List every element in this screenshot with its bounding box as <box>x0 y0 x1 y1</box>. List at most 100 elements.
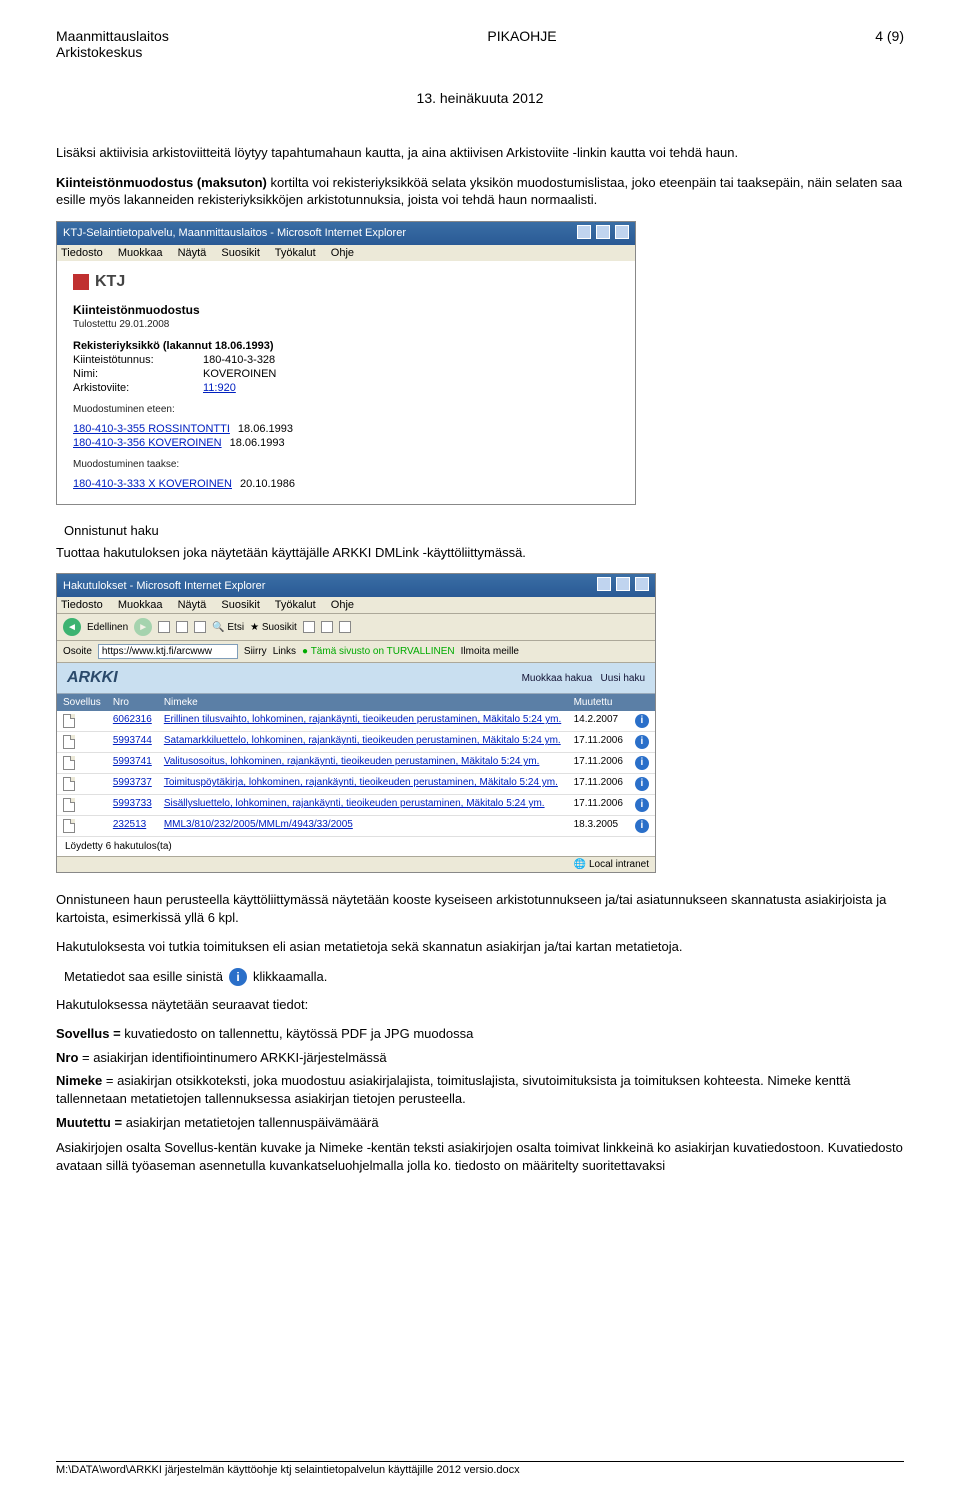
intro-para-1: Lisäksi aktiivisia arkistoviitteitä löyt… <box>56 144 904 162</box>
nimeke-link[interactable]: Valitusosoitus, lohkominen, rajankäynti,… <box>158 753 568 774</box>
nimeke-link[interactable]: Sisällysluettelo, lohkominen, rajankäynt… <box>158 795 568 816</box>
file-icon[interactable] <box>63 777 75 791</box>
file-icon[interactable] <box>63 735 75 749</box>
date-cell: 18.3.2005 <box>568 816 629 837</box>
menu-item[interactable]: Muokkaa <box>118 599 163 611</box>
eteen-link[interactable]: 180-410-3-355 ROSSINTONTTI <box>73 423 230 435</box>
security-msg: ● Tämä sivusto on TURVALLINEN <box>302 646 455 657</box>
nro-link[interactable]: 232513 <box>107 816 158 837</box>
menu-item[interactable]: Suosikit <box>221 247 260 259</box>
back-label[interactable]: Edellinen <box>87 622 128 633</box>
eteen-link[interactable]: 180-410-3-356 KOVEROINEN <box>73 437 222 449</box>
go-button[interactable]: Siirry <box>244 646 267 657</box>
minimize-icon[interactable] <box>597 577 611 591</box>
info-icon[interactable]: i <box>635 756 649 770</box>
search-label[interactable]: 🔍 Etsi <box>212 622 244 633</box>
meta-left: Metatiedot saa esille sinistä <box>64 969 223 984</box>
taakse-link[interactable]: 180-410-3-333 X KOVEROINEN <box>73 478 232 490</box>
col-muutettu[interactable]: Muutettu <box>568 694 629 711</box>
info-icon[interactable]: i <box>635 714 649 728</box>
menu-item[interactable]: Tiedosto <box>61 247 103 259</box>
minimize-icon[interactable] <box>577 225 591 239</box>
menu-item[interactable]: Työkalut <box>275 247 316 259</box>
menu-item[interactable]: Näytä <box>178 247 207 259</box>
print-icon[interactable] <box>339 621 351 633</box>
info-icon[interactable]: i <box>635 735 649 749</box>
mail-icon[interactable] <box>321 621 333 633</box>
addr-input[interactable] <box>98 644 238 659</box>
file-icon[interactable] <box>63 714 75 728</box>
nro-link[interactable]: 5993744 <box>107 732 158 753</box>
ktj-titlebar: KTJ-Selaintietopalvelu, Maanmittauslaito… <box>57 222 635 245</box>
arkki-window-title: Hakutulokset - Microsoft Internet Explor… <box>63 580 265 592</box>
col-nro[interactable]: Nro <box>107 694 158 711</box>
ktj-logo-text: KTJ <box>95 273 125 291</box>
back-icon[interactable]: ◄ <box>63 618 81 636</box>
close-icon[interactable] <box>635 577 649 591</box>
nimeke-link[interactable]: Erillinen tilusvaihto, lohkominen, rajan… <box>158 711 568 732</box>
file-icon[interactable] <box>63 819 75 833</box>
def-sovellus: Sovellus = kuvatiedosto on tallennettu, … <box>56 1025 904 1043</box>
eteen-item: 180-410-3-356 KOVEROINEN 18.06.1993 <box>73 437 619 449</box>
col-sovellus[interactable]: Sovellus <box>57 694 107 711</box>
menu-item[interactable]: Näytä <box>178 599 207 611</box>
ktj-menubar: Tiedosto Muokkaa Näytä Suosikit Työkalut… <box>57 245 635 261</box>
favorites-label[interactable]: ★ Suosikit <box>250 622 297 633</box>
stop-icon[interactable] <box>158 621 170 633</box>
table-row: 5993733Sisällysluettelo, lohkominen, raj… <box>57 795 655 816</box>
info-icon[interactable]: i <box>635 777 649 791</box>
window-buttons <box>575 225 629 242</box>
new-search-link[interactable]: Uusi haku <box>601 673 645 684</box>
links-label[interactable]: Links <box>273 646 296 657</box>
ktj-heading: Kiinteistönmuodostus <box>73 303 619 317</box>
page-number: 4 (9) <box>875 28 904 60</box>
report-link[interactable]: Ilmoita meille <box>461 646 519 657</box>
dept-name: Arkistokeskus <box>56 44 169 60</box>
intro-para-2: Kiinteistönmuodostus (maksuton) kortilta… <box>56 174 904 209</box>
window-buttons <box>595 577 649 594</box>
nimeke-link[interactable]: Satamarkkiluettelo, lohkominen, rajankäy… <box>158 732 568 753</box>
onnistunut-title: Onnistunut haku <box>64 523 904 538</box>
date-cell: 17.11.2006 <box>568 732 629 753</box>
menu-item[interactable]: Suosikit <box>221 599 260 611</box>
refresh-icon[interactable] <box>176 621 188 633</box>
status-bar: 🌐 Local intranet <box>57 856 655 872</box>
info-icon[interactable]: i <box>635 798 649 812</box>
taakse-item: 180-410-3-333 X KOVEROINEN 20.10.1986 <box>73 478 619 490</box>
maximize-icon[interactable] <box>596 225 610 239</box>
table-row: 5993737Toimituspöytäkirja, lohkominen, r… <box>57 774 655 795</box>
info-icon[interactable]: i <box>635 819 649 833</box>
nro-link[interactable]: 5993741 <box>107 753 158 774</box>
menu-item[interactable]: Työkalut <box>275 599 316 611</box>
file-icon[interactable] <box>63 798 75 812</box>
nro-link[interactable]: 5993733 <box>107 795 158 816</box>
history-icon[interactable] <box>303 621 315 633</box>
menu-item[interactable]: Tiedosto <box>61 599 103 611</box>
arkki-menubar: Tiedosto Muokkaa Näytä Suosikit Työkalut… <box>57 597 655 613</box>
av-value-link[interactable]: 11:920 <box>203 382 236 394</box>
modify-search-link[interactable]: Muokkaa hakua <box>522 673 593 684</box>
file-icon[interactable] <box>63 756 75 770</box>
kv-row: Kiinteistötunnus: 180-410-3-328 <box>73 354 619 366</box>
home-icon[interactable] <box>194 621 206 633</box>
close-icon[interactable] <box>615 225 629 239</box>
menu-item[interactable]: Ohje <box>331 599 354 611</box>
col-nimeke[interactable]: Nimeke <box>158 694 568 711</box>
menu-item[interactable]: Ohje <box>331 247 354 259</box>
nimeke-link[interactable]: MML3/810/232/2005/MMLm/4943/33/2005 <box>158 816 568 837</box>
maximize-icon[interactable] <box>616 577 630 591</box>
arkki-header: ARKKI Muokkaa hakua Uusi haku <box>57 663 655 694</box>
def-muutettu: Muutettu = asiakirjan metatietojen talle… <box>56 1114 904 1132</box>
page-header: Maanmittauslaitos Arkistokeskus PIKAOHJE… <box>56 28 904 60</box>
info-icon[interactable]: i <box>229 968 247 986</box>
nimeke-link[interactable]: Toimituspöytäkirja, lohkominen, rajankäy… <box>158 774 568 795</box>
org-name: Maanmittauslaitos <box>56 28 169 44</box>
nro-link[interactable]: 6062316 <box>107 711 158 732</box>
nro-link[interactable]: 5993737 <box>107 774 158 795</box>
ktj-section-head: Rekisteriyksikkö (lakannut 18.06.1993) <box>73 340 619 352</box>
table-row: 5993741Valitusosoitus, lohkominen, rajan… <box>57 753 655 774</box>
menu-item[interactable]: Muokkaa <box>118 247 163 259</box>
eteen-date: 18.06.1993 <box>238 423 293 435</box>
ktj-logo-icon <box>73 274 89 290</box>
table-row: 6062316Erillinen tilusvaihto, lohkominen… <box>57 711 655 732</box>
